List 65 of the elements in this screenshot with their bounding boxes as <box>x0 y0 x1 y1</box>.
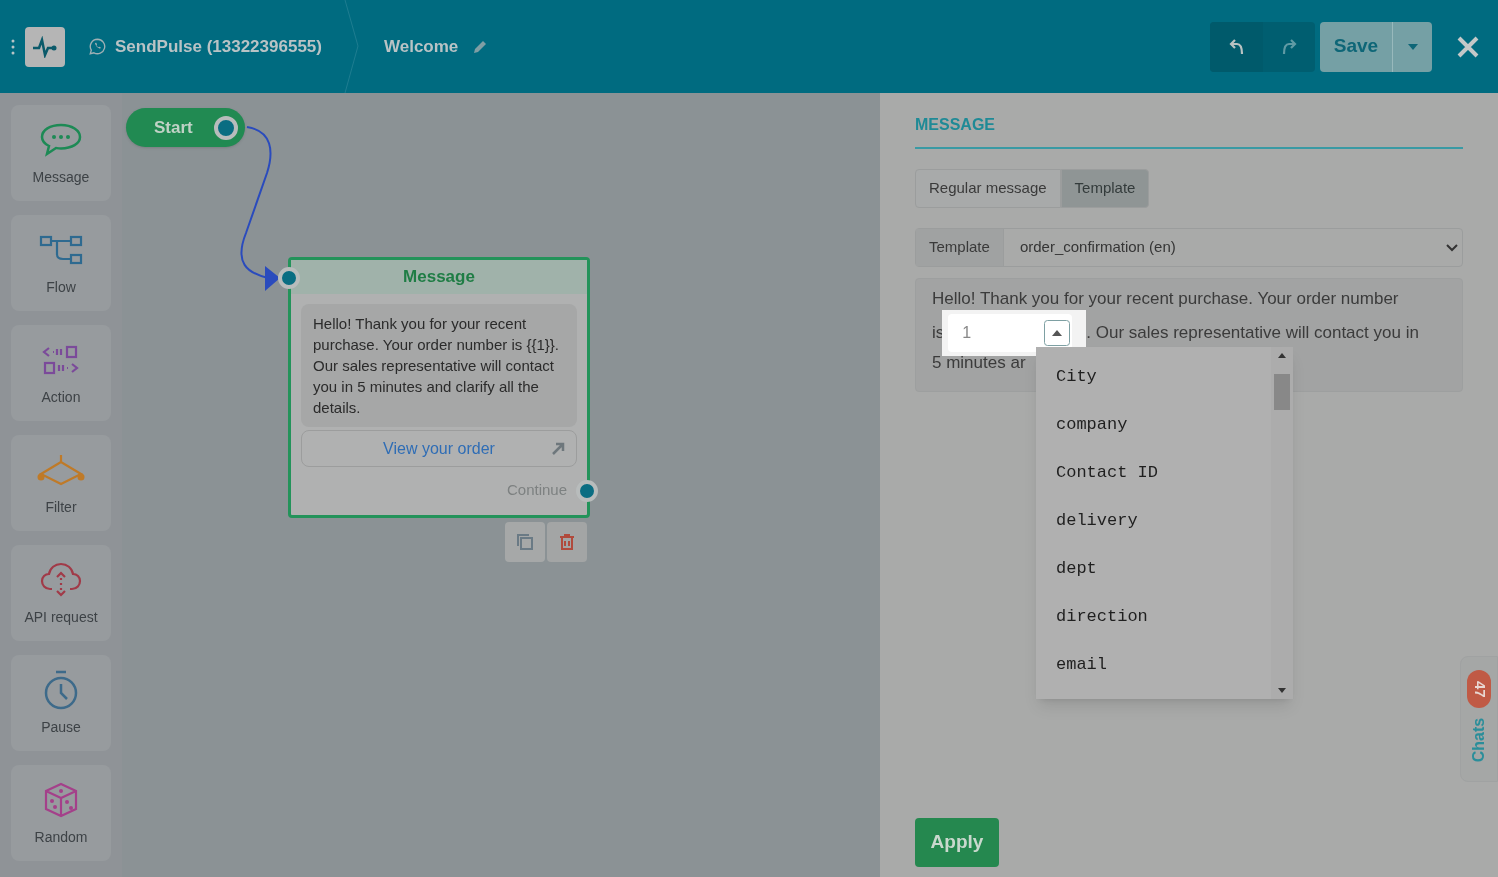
scrollbar[interactable] <box>1271 347 1293 699</box>
undo-button[interactable] <box>1210 21 1263 72</box>
view-order-button[interactable]: View your order <box>301 430 577 467</box>
trash-icon <box>558 533 576 551</box>
start-node[interactable]: Start <box>126 108 245 147</box>
sidebar-item[interactable]: API request <box>11 545 111 641</box>
stopwatch-icon <box>43 669 79 710</box>
cloud-icon <box>40 560 82 599</box>
message-text-line: Hello! Thank you for your recent purchase. Your order number <box>932 288 1399 310</box>
chats-label: Chats <box>1469 716 1488 764</box>
dice-icon <box>43 781 79 818</box>
flow-title: Welcome <box>383 35 459 58</box>
dropdown-option[interactable]: dept <box>1036 545 1271 593</box>
dropdown-option[interactable]: company <box>1036 401 1271 449</box>
start-label: Start <box>154 116 193 139</box>
apply-button[interactable]: Apply <box>915 818 999 867</box>
panel-title: MESSAGE <box>915 113 1463 149</box>
whatsapp-icon <box>89 38 106 55</box>
output-port[interactable] <box>214 115 238 140</box>
chats-tab[interactable]: 47 Chats <box>1460 656 1498 782</box>
sidebar-item[interactable]: Pause <box>11 655 111 751</box>
message-bubble: Hello! Thank you for your recent purchase. Your order number is {{1}}. Our sales representative will contact you in 5 minutes and clarify all the details. <box>301 304 577 427</box>
sidebar-item[interactable]: Filter <box>11 435 111 531</box>
external-link-icon <box>552 442 565 455</box>
logo[interactable] <box>25 26 65 67</box>
template-select[interactable]: Template order_confirmation (en) <box>915 228 1463 267</box>
sidebar-item[interactable]: Flow <box>11 215 111 311</box>
branching-diamond-icon <box>36 453 86 486</box>
sidebar-item[interactable]: Random <box>11 765 111 861</box>
flowchart-icon <box>39 233 83 266</box>
input-port[interactable] <box>278 267 300 289</box>
speech-bubble-icon <box>39 122 83 157</box>
redo-icon <box>1281 37 1297 56</box>
chat-count-badge: 47 <box>1467 670 1491 708</box>
close-icon[interactable] <box>1457 35 1479 58</box>
message-text-line: 5 minutes ar <box>932 352 1026 374</box>
more-icon[interactable] <box>11 38 15 55</box>
template-label: Template <box>916 229 1004 266</box>
copy-button[interactable] <box>505 522 545 562</box>
action-arrows-icon <box>42 343 80 376</box>
message-type-tab[interactable]: Template <box>1060 169 1150 208</box>
scrollbar-thumb[interactable] <box>1274 374 1290 410</box>
scroll-down-icon[interactable] <box>1278 688 1286 693</box>
pencil-icon[interactable] <box>472 38 489 55</box>
sidebar-item[interactable]: Action <box>11 325 111 421</box>
dropdown-option[interactable]: City <box>1036 353 1271 401</box>
message-text-line: . Our sales representative will contact you in <box>1086 322 1419 344</box>
dropdown-option[interactable]: Contact ID <box>1036 449 1271 497</box>
dropdown-option[interactable]: delivery <box>1036 497 1271 545</box>
dropdown-option[interactable]: email <box>1036 641 1271 689</box>
sidebar-item[interactable]: Message <box>11 105 111 201</box>
chevron-down-icon <box>1446 243 1458 252</box>
delete-button[interactable] <box>547 522 587 562</box>
node-title: Message <box>291 260 587 294</box>
message-type-tab[interactable]: Regular message <box>915 169 1061 208</box>
output-port[interactable] <box>576 480 598 502</box>
scroll-up-icon[interactable] <box>1278 353 1286 358</box>
caret-icon <box>1407 43 1418 50</box>
variable-input[interactable]: 1 <box>948 314 1043 352</box>
copy-icon <box>516 533 534 551</box>
undo-icon <box>1228 37 1245 56</box>
caret-up-icon <box>1044 320 1071 346</box>
dropdown-option[interactable]: direction <box>1036 593 1271 641</box>
channel-name: SendPulse (13322396555) <box>115 35 322 58</box>
template-value: order_confirmation (en) <box>1018 237 1177 258</box>
